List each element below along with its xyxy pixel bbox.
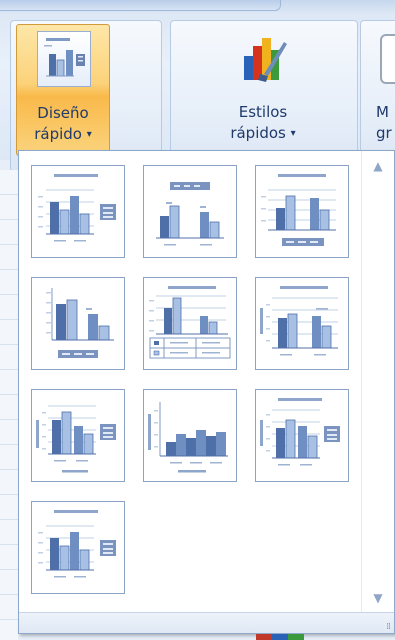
chart-layout-no-gap-columns-icon — [148, 402, 228, 473]
scroll-up-arrow-icon[interactable]: ▲ — [362, 155, 394, 177]
resize-grip-icon[interactable]: ⁞⁞ — [386, 623, 391, 632]
quick-layout-label-line1: Diseño — [37, 104, 89, 122]
gallery-footer: ⁞⁞ — [19, 612, 394, 633]
chevron-down-icon: ▾ — [86, 129, 92, 140]
move-chart-button[interactable]: M gr — [362, 24, 395, 154]
chart-layout-title-legend-bottom-icon — [261, 174, 336, 246]
gallery-scrollbar[interactable]: ▲ ▼ — [361, 151, 394, 613]
quick-layout-label-line2: rápido — [34, 125, 82, 143]
layout-thumbnail-6[interactable] — [255, 277, 349, 370]
chart-layout-axis-titles-legend-icon — [36, 405, 116, 473]
chart-color-peek — [256, 634, 304, 640]
quick-styles-label-line2: rápidos — [230, 124, 286, 142]
chart-layout-data-table-icon — [149, 286, 231, 359]
layout-thumbnail-2[interactable] — [143, 165, 237, 258]
quick-layout-chart-icon — [37, 31, 91, 87]
chart-layout-title-legend-right-alt-icon — [38, 510, 116, 578]
layout-thumbnail-8[interactable] — [143, 389, 237, 482]
move-chart-icon — [380, 34, 395, 84]
chevron-down-icon: ▾ — [290, 128, 296, 139]
ribbon-top-strip — [0, 0, 395, 14]
layout-thumbnail-5[interactable] — [143, 277, 237, 370]
quick-layout-label: Diseño rápido ▾ — [17, 103, 109, 145]
chart-layout-axis-title-icon — [260, 286, 338, 356]
quick-layout-gallery: ▲ ▼ ⁞⁞ — [18, 150, 395, 634]
move-chart-label: M gr — [376, 102, 392, 144]
layout-thumbnail-7[interactable] — [31, 389, 125, 482]
layout-thumbnail-4[interactable] — [31, 277, 125, 370]
layout-thumbnail-3[interactable] — [255, 165, 349, 258]
move-chart-label-line1: M — [376, 103, 389, 121]
quick-styles-button[interactable]: Estilos rápidos ▾ — [178, 24, 348, 154]
quick-layout-button[interactable]: Diseño rápido ▾ — [16, 24, 110, 156]
chart-layout-legend-bottom-icon — [46, 288, 114, 358]
move-chart-label-line2: gr — [376, 124, 392, 142]
scroll-down-arrow-icon[interactable]: ▼ — [362, 587, 394, 609]
layout-thumbnail-9[interactable] — [255, 389, 349, 482]
chart-layout-titles-legend-right-icon — [260, 398, 340, 466]
chart-layout-legend-top-icon — [156, 182, 224, 246]
layout-thumbnail-10[interactable] — [31, 501, 125, 594]
chart-layout-title-legend-right-icon — [38, 174, 116, 242]
layout-thumbnail-1[interactable] — [31, 165, 125, 258]
quick-styles-label: Estilos rápidos ▾ — [178, 102, 348, 144]
quick-styles-label-line1: Estilos — [238, 103, 288, 121]
worksheet-edge — [0, 170, 18, 640]
chart-styles-paintbrush-icon — [244, 38, 287, 82]
